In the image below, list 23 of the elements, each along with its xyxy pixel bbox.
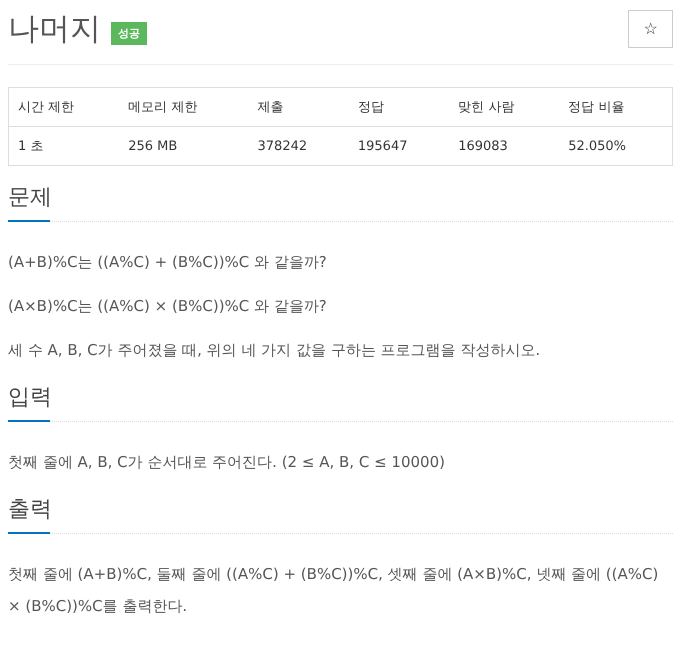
section-heading: 출력: [8, 494, 50, 534]
paragraph: 첫째 줄에 (A+B)%C, 둘째 줄에 ((A%C) + (B%C))%C, 셋째 줄에 (A×B)%C, 넷째 줄에 ((A%C) × (B%C))%C를 출력한다.: [8, 564, 660, 617]
paragraph: 세 수 A, B, C가 주어졌을 때, 위의 네 가지 값을 구하는 프로그램을 작성하시오.: [8, 340, 542, 361]
table-cell: 1 초: [8, 126, 120, 166]
paragraph: (A+B)%C는 ((A%C) + (B%C))%C 와 같을까?: [8, 252, 328, 273]
column-header: 제출: [248, 88, 349, 126]
section-heading: 입력: [8, 382, 50, 422]
column-header: 맞힌 사람: [449, 88, 560, 126]
column-header: 시간 제한: [8, 88, 120, 126]
table-cell: 256 MB: [119, 126, 249, 166]
table-cell: 52.050%: [559, 126, 672, 166]
section-heading: 문제: [8, 182, 50, 222]
paragraph: 첫째 줄에 A, B, C가 순서대로 주어진다. (2 ≤ A, B, C ≤ 10000): [8, 452, 446, 473]
paragraph: (A×B)%C는 ((A%C) × (B%C))%C 와 같을까?: [8, 296, 328, 317]
table-cell: 169083: [449, 126, 560, 166]
status-badge: 성공: [111, 22, 147, 44]
problem-title: 나머지: [8, 10, 101, 49]
column-header: 정답: [348, 88, 450, 126]
column-header: 메모리 제한: [119, 88, 249, 126]
column-header: 정답 비율: [559, 88, 672, 126]
table-cell: 378242: [248, 126, 349, 166]
star-button[interactable]: ☆: [628, 10, 673, 48]
table-cell: 195647: [348, 126, 450, 166]
